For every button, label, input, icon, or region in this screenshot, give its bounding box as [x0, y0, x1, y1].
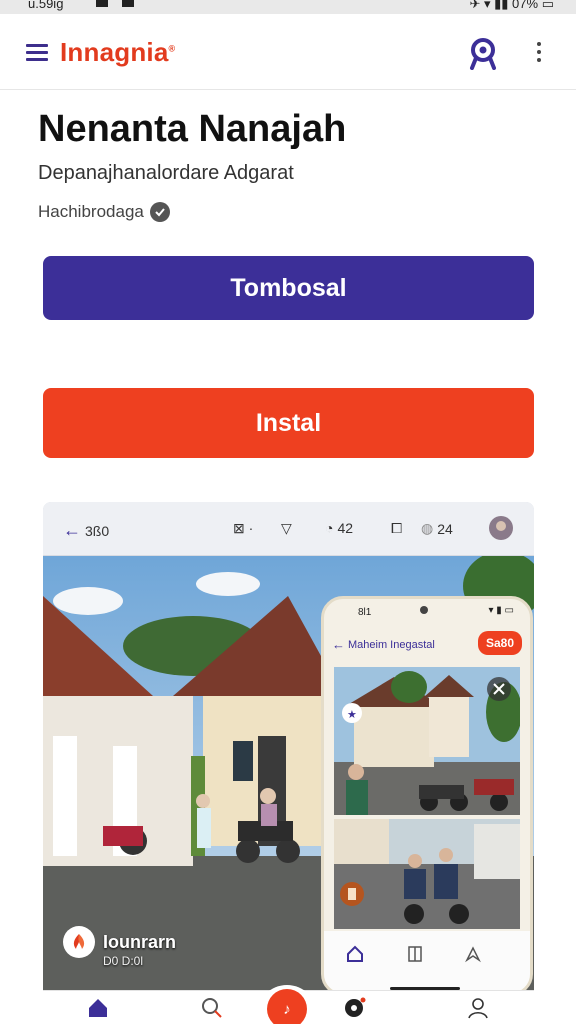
avatar[interactable]	[489, 516, 513, 540]
chat-count: 42	[337, 520, 354, 536]
phone-image-bottom[interactable]	[334, 819, 520, 929]
developer-name: Hachibrodaga	[38, 202, 144, 221]
home-icon[interactable]	[87, 997, 109, 1019]
primary-action-button[interactable]: Tombosal	[43, 256, 534, 320]
back-arrow-icon: ←	[63, 520, 81, 540]
brand-logo[interactable]: Innagnia®	[60, 37, 175, 68]
preview-back[interactable]: ← 3ß0	[63, 520, 109, 541]
chat-icon: ◔	[325, 520, 334, 536]
share-item[interactable]: ◍ 24	[421, 520, 453, 537]
phone-image-top[interactable]: ★	[334, 667, 520, 815]
battery-icon: ▭	[541, 0, 554, 11]
share-count: 24	[437, 520, 453, 537]
phone-mockup: 8l1 ▾ ▮ ▭ ← Maheim Inegastal Sa80 ★	[321, 596, 533, 996]
status-time: u.59ig	[28, 0, 64, 11]
brand-name: Innagnia	[60, 37, 169, 67]
search-icon[interactable]	[201, 997, 223, 1019]
notification-icon	[122, 0, 134, 7]
chat-bubble-icon[interactable]	[343, 997, 367, 1021]
notification-icon	[96, 0, 108, 7]
developer-row[interactable]: Hachibrodaga	[38, 202, 170, 222]
phone-title: Maheim Inegastal	[348, 639, 435, 651]
hamburger-menu-icon[interactable]	[26, 44, 48, 61]
svg-text:★: ★	[347, 708, 357, 721]
close-box-icon[interactable]: ⊠ ·	[233, 520, 253, 537]
phone-bottom-nav	[324, 931, 530, 993]
globe-icon: ◍	[421, 520, 434, 536]
place-name: Iounrarn	[103, 931, 177, 952]
phone-back-icon[interactable]: ←	[332, 637, 345, 652]
app-screenshot-preview[interactable]: ← 3ß0 ⊠ · ▽ ◔ 42 ⧠ ◍ 24 Iounrarn D0 D:0l…	[43, 502, 534, 1024]
center-action[interactable]: ♪	[257, 985, 317, 1024]
status-bar: u.59ig ✈ ▾ ▮▮ 07% ▭	[0, 0, 576, 14]
brand-mark: ®	[168, 43, 176, 54]
comment-icon[interactable]: ▽	[281, 520, 292, 537]
install-button[interactable]: Instal	[43, 388, 534, 458]
more-vertical-icon[interactable]	[537, 42, 543, 66]
place-logo-icon	[63, 926, 95, 958]
status-indicators: ✈ ▾ ▮▮ 07% ▭	[469, 0, 554, 12]
phone-home-icon[interactable]	[346, 945, 364, 963]
profile-icon[interactable]	[467, 997, 489, 1019]
preview-bottom-nav: ♪	[43, 985, 534, 1024]
preview-toolbar: ← 3ß0 ⊠ · ▽ ◔ 42 ⧠ ◍ 24	[43, 502, 534, 556]
wifi-icon: ✈ ▾ ▮▮	[469, 0, 509, 11]
phone-share-icon[interactable]	[464, 945, 482, 963]
app-title: Nenanta Nanajah	[38, 108, 347, 150]
back-count: 3ß0	[85, 522, 110, 539]
phone-library-icon[interactable]	[406, 945, 424, 963]
phone-header: ← Maheim Inegastal Sa80	[324, 627, 530, 663]
phone-badge[interactable]: Sa80	[477, 631, 522, 655]
phone-status-bar: 8l1 ▾ ▮ ▭	[324, 599, 530, 627]
app-subtitle: Depanajhanalordare Adgarat	[38, 162, 294, 184]
user-profile-icon[interactable]	[466, 36, 500, 70]
place-subtitle: D0 D:0l	[103, 954, 144, 968]
battery-level: 07%	[512, 0, 539, 11]
bookmark-icon[interactable]: ⧠	[391, 520, 402, 537]
app-bar: Innagnia®	[0, 14, 576, 90]
center-action-icon: ♪	[267, 989, 307, 1024]
chat-item[interactable]: ◔ 42	[325, 520, 353, 536]
verified-badge-icon	[149, 202, 170, 222]
camera-dot	[420, 606, 428, 614]
phone-signal-icon: ▾ ▮ ▭	[488, 605, 514, 616]
phone-time: 8l1	[358, 607, 372, 618]
